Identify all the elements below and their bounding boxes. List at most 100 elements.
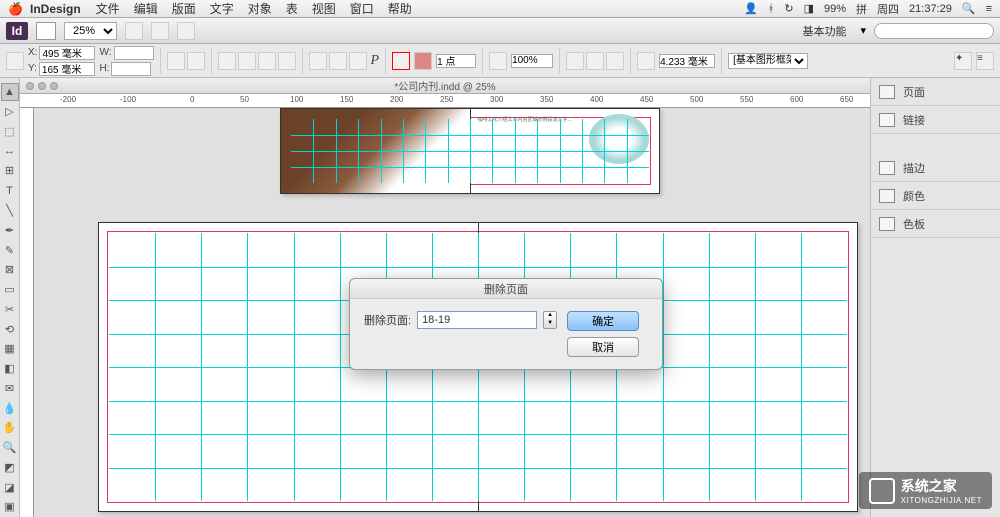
- hand-tool[interactable]: ✋: [1, 419, 19, 437]
- panel-links[interactable]: 链接: [871, 106, 1000, 134]
- rotate-icon[interactable]: [218, 52, 236, 70]
- menu-extras-icon[interactable]: ≡: [986, 3, 992, 15]
- y-input[interactable]: [39, 62, 95, 76]
- zoom-tool[interactable]: 🔍: [1, 439, 19, 457]
- direct-selection-tool[interactable]: ▷: [1, 103, 19, 121]
- bridge-icon[interactable]: [36, 22, 56, 40]
- fill-swatch[interactable]: [392, 52, 410, 70]
- free-transform-tool[interactable]: ⟲: [1, 320, 19, 338]
- spotlight-icon[interactable]: 🔍: [962, 2, 976, 15]
- selection-tool[interactable]: ▲: [1, 83, 19, 101]
- watermark-logo-icon: [869, 478, 895, 504]
- content-collector-tool[interactable]: ⊞: [1, 162, 19, 180]
- menu-object[interactable]: 对象: [248, 0, 272, 17]
- eyedropper-tool[interactable]: 💧: [1, 399, 19, 417]
- rectangle-frame-tool[interactable]: ⊠: [1, 261, 19, 279]
- user-icon[interactable]: 👤: [744, 2, 758, 15]
- effects-icon[interactable]: [489, 52, 507, 70]
- horizontal-ruler[interactable]: -200 -100 0 50 100 150 200 250 300 350 4…: [20, 94, 870, 108]
- menu-edit[interactable]: 编辑: [134, 0, 158, 17]
- scissors-tool[interactable]: ✂: [1, 300, 19, 318]
- scale-x-icon[interactable]: [167, 52, 185, 70]
- shear-icon[interactable]: [238, 52, 256, 70]
- menu-view[interactable]: 视图: [312, 0, 336, 17]
- view-options-icon[interactable]: [125, 22, 143, 40]
- application-bar: Id 25% 基本功能 ▾: [0, 18, 1000, 44]
- panel-menu-icon[interactable]: ≡: [976, 52, 994, 70]
- delete-pages-input[interactable]: [417, 311, 537, 329]
- screen-mode-icon[interactable]: [151, 22, 169, 40]
- text-wrap-jump-icon[interactable]: [606, 52, 624, 70]
- gradient-tool[interactable]: ▦: [1, 340, 19, 358]
- menu-text[interactable]: 文字: [210, 0, 234, 17]
- sync-icon[interactable]: ↻: [784, 2, 793, 15]
- default-fill-stroke[interactable]: ◪: [1, 478, 19, 496]
- line-tool[interactable]: ╲: [1, 202, 19, 220]
- panel-stroke[interactable]: 描边: [871, 154, 1000, 182]
- quick-apply-icon[interactable]: ✦: [954, 52, 972, 70]
- panel-dock: 页面 链接 描边 颜色 色板: [870, 78, 1000, 517]
- cancel-button[interactable]: 取消: [567, 337, 639, 357]
- ok-button[interactable]: 确定: [567, 311, 639, 331]
- screen-mode-tool[interactable]: ▣: [1, 498, 19, 516]
- panel-swatches[interactable]: 色板: [871, 210, 1000, 238]
- gap-tool[interactable]: ↔: [1, 142, 19, 160]
- vertical-ruler[interactable]: [20, 108, 34, 517]
- fill-stroke-toggle[interactable]: ◩: [1, 459, 19, 477]
- stroke-icon: [879, 161, 895, 175]
- scale-y-icon[interactable]: [187, 52, 205, 70]
- panel-color[interactable]: 颜色: [871, 182, 1000, 210]
- close-window-icon[interactable]: [26, 82, 34, 90]
- note-tool[interactable]: ✉: [1, 379, 19, 397]
- minimize-window-icon[interactable]: [38, 82, 46, 90]
- pathfinder-icon[interactable]: [349, 52, 367, 70]
- gradient-feather-tool[interactable]: ◧: [1, 360, 19, 378]
- page-spread-top[interactable]: 咖啡文化介绍文本内容区域示例段落文字...: [280, 108, 660, 194]
- menu-table[interactable]: 表: [286, 0, 298, 17]
- ime-indicator[interactable]: 拼: [856, 1, 867, 17]
- menu-help[interactable]: 帮助: [388, 0, 412, 17]
- indesign-logo[interactable]: Id: [6, 22, 28, 40]
- zoom-level-select[interactable]: 25%: [64, 22, 117, 40]
- clock[interactable]: 21:37:29: [909, 3, 952, 15]
- stroke-weight-input[interactable]: [436, 54, 476, 68]
- x-input[interactable]: [39, 46, 95, 60]
- paragraph-style-icon[interactable]: P: [371, 53, 380, 69]
- menu-file[interactable]: 文件: [96, 0, 120, 17]
- battery-icon[interactable]: ◨: [804, 2, 814, 15]
- rectangle-tool[interactable]: ▭: [1, 281, 19, 299]
- menu-window[interactable]: 窗口: [350, 0, 374, 17]
- watermark-title: 系统之家: [901, 478, 957, 494]
- search-input[interactable]: [874, 23, 994, 39]
- zoom-window-icon[interactable]: [50, 82, 58, 90]
- app-name[interactable]: InDesign: [30, 2, 81, 16]
- workspace-switcher[interactable]: 基本功能: [796, 21, 852, 41]
- h-input[interactable]: [111, 62, 151, 76]
- page-range-stepper[interactable]: ▲▼: [543, 311, 557, 329]
- y-label: Y:: [28, 63, 37, 74]
- stroke-swatch[interactable]: [414, 52, 432, 70]
- text-wrap-none-icon[interactable]: [566, 52, 584, 70]
- select-content-icon[interactable]: [329, 52, 347, 70]
- workspace-dropdown-icon[interactable]: ▾: [860, 24, 866, 37]
- pencil-tool[interactable]: ✎: [1, 241, 19, 259]
- panel-pages[interactable]: 页面: [871, 78, 1000, 106]
- arrange-icon[interactable]: [177, 22, 195, 40]
- corner-radius-input[interactable]: [659, 54, 715, 68]
- flip-v-icon[interactable]: [278, 52, 296, 70]
- page-tool[interactable]: ⬚: [1, 123, 19, 141]
- select-container-icon[interactable]: [309, 52, 327, 70]
- h-label: H:: [99, 63, 109, 74]
- apple-icon[interactable]: 🍎: [8, 2, 22, 16]
- corner-options-icon[interactable]: [637, 52, 655, 70]
- text-wrap-around-icon[interactable]: [586, 52, 604, 70]
- flip-h-icon[interactable]: [258, 52, 276, 70]
- w-input[interactable]: [114, 46, 154, 60]
- menu-layout[interactable]: 版面: [172, 0, 196, 17]
- type-tool[interactable]: T: [1, 182, 19, 200]
- opacity-input[interactable]: [511, 54, 553, 68]
- reference-point-icon[interactable]: [6, 52, 24, 70]
- bluetooth-icon[interactable]: ᚼ: [768, 3, 775, 15]
- object-style-select[interactable]: [基本图形框架]: [728, 53, 808, 69]
- pen-tool[interactable]: ✒: [1, 221, 19, 239]
